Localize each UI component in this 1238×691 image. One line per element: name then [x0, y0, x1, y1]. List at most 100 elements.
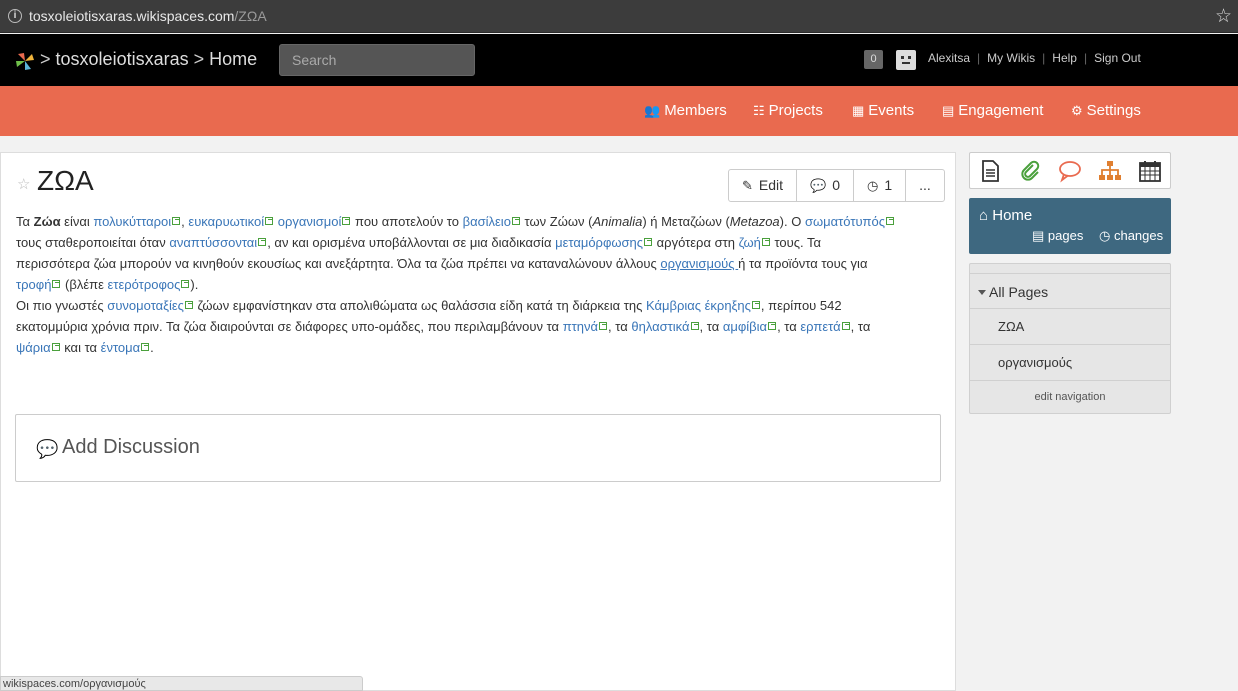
nav-settings[interactable]: ⚙ Settings	[1071, 102, 1141, 119]
external-link-icon	[184, 301, 193, 309]
external-link-icon	[511, 217, 520, 225]
nav-projects-label: Projects	[768, 102, 823, 119]
breadcrumb-separator: >	[40, 49, 51, 69]
nav-engagement[interactable]: ▤ Engagement	[942, 102, 1043, 119]
link-erpeta[interactable]: ερπετά	[800, 319, 840, 334]
pencil-icon: ✎	[742, 178, 753, 193]
all-pages-toggle[interactable]: All Pages	[970, 273, 1170, 309]
pages-link[interactable]: ▤ pages	[1032, 228, 1083, 244]
link-somatotypos[interactable]: σωματότυπός	[805, 214, 885, 229]
link-eykaryotikoi[interactable]: ευκαρυωτικοί	[188, 214, 264, 229]
breadcrumb: > tosxoleiotisxaras > Home	[40, 49, 257, 70]
navigation-panel: All Pages ΖΩΑ οργανισμούς edit navigatio…	[969, 263, 1171, 414]
link-organismoi[interactable]: οργανισμοί	[278, 214, 342, 229]
home-box[interactable]: ⌂ Home ▤ pages ◷ changes	[969, 198, 1171, 254]
info-icon[interactable]: i	[8, 9, 22, 23]
page-title: ΖΩΑ	[37, 165, 94, 196]
calendar-icon[interactable]	[1138, 159, 1162, 183]
external-link-icon	[768, 322, 777, 330]
nav-projects[interactable]: ☷ Projects	[753, 102, 823, 119]
settings-icon: ⚙	[1071, 103, 1083, 118]
external-link-icon	[690, 322, 699, 330]
my-wikis-link[interactable]: My Wikis	[987, 51, 1035, 65]
nav-events[interactable]: ▦ Events	[852, 102, 914, 119]
page-icon[interactable]	[978, 159, 1002, 183]
link-anaptyssontai[interactable]: αναπτύσσονται	[169, 235, 257, 250]
comments-count: 0	[832, 177, 841, 193]
nav-settings-label: Settings	[1086, 102, 1141, 119]
external-link-icon	[265, 217, 274, 225]
url-host: tosxoleiotisxaras.wikispaces.com	[29, 8, 235, 24]
sitemap-icon[interactable]	[1098, 159, 1122, 183]
article-body: Τα Ζώα είναι πολυκύτταροι, ευκαρυωτικοί …	[16, 211, 896, 358]
link-zoi[interactable]: ζωή	[739, 235, 761, 250]
nav-members-label: Members	[664, 102, 727, 119]
members-icon: 👥	[644, 103, 661, 118]
external-link-icon	[599, 322, 608, 330]
external-link-icon	[52, 280, 61, 288]
add-discussion-panel[interactable]: 💬 Add Discussion	[15, 414, 941, 482]
link-psaria[interactable]: ψάρια	[16, 340, 51, 355]
comments-button[interactable]: 💬 0	[797, 170, 855, 201]
nav-members[interactable]: 👥 Members	[644, 102, 727, 119]
speech-bubble-icon[interactable]	[1058, 159, 1082, 183]
page-icon: ▤	[1032, 228, 1048, 243]
username-link[interactable]: Alexitsa	[928, 51, 970, 65]
bookmark-star-icon[interactable]: ☆	[1215, 5, 1232, 28]
all-pages-label: All Pages	[989, 284, 1049, 300]
external-link-icon	[761, 238, 770, 246]
page-actions: ✎ Edit 💬 0 ◷ 1 ...	[728, 169, 945, 202]
external-link-icon	[181, 280, 190, 288]
caret-down-icon	[978, 290, 986, 295]
user-links: Alexitsa | My Wikis | Help | Sign Out	[928, 51, 1141, 65]
avatar[interactable]	[896, 50, 916, 70]
link-synomotaxies[interactable]: συνομοταξίες	[107, 298, 184, 313]
link-ptina[interactable]: πτηνά	[563, 319, 598, 334]
article-text: Τα Ζώα είναι	[16, 214, 94, 229]
link-kamvrias-ekrixis[interactable]: Κάμβριας έκρηξης	[646, 298, 751, 313]
status-bar: wikispaces.com/οργανισμούς	[0, 676, 363, 691]
paperclip-icon[interactable]	[1018, 159, 1042, 183]
link-trofi[interactable]: τροφή	[16, 277, 51, 292]
link-polykyttaroi[interactable]: πολυκύτταροι	[93, 214, 171, 229]
external-link-icon	[172, 217, 181, 225]
link-organismous[interactable]: οργανισμούς	[660, 256, 738, 271]
help-link[interactable]: Help	[1052, 51, 1077, 65]
edit-button[interactable]: ✎ Edit	[729, 170, 798, 201]
link-entoma[interactable]: έντομα	[101, 340, 140, 355]
notification-count-badge[interactable]: 0	[864, 50, 883, 69]
nav-page-link[interactable]: ΖΩΑ	[970, 309, 1170, 345]
changes-link[interactable]: ◷ changes	[1099, 228, 1163, 244]
search-input[interactable]	[279, 44, 475, 76]
address-bar[interactable]: i tosxoleiotisxaras.wikispaces.com/ΖΩΑ ☆	[0, 0, 1238, 33]
pages-label: pages	[1047, 228, 1084, 243]
wiki-name-link[interactable]: tosxoleiotisxaras	[56, 49, 189, 69]
link-vasileio[interactable]: βασίλειο	[463, 214, 511, 229]
add-discussion-label: Add Discussion	[62, 436, 200, 458]
external-link-icon	[258, 238, 267, 246]
external-link-icon	[51, 343, 60, 351]
external-link-icon	[886, 217, 895, 225]
url-path: /ΖΩΑ	[234, 8, 267, 24]
more-button[interactable]: ...	[906, 170, 944, 201]
home-link-sidebar[interactable]: ⌂ Home	[979, 207, 1032, 224]
link-thilastika[interactable]: θηλαστικά	[631, 319, 689, 334]
wiki-header: > tosxoleiotisxaras > Home 0 Alexitsa|My…	[0, 34, 1238, 86]
wikispaces-logo[interactable]	[14, 50, 36, 72]
link-eterotrofos[interactable]: ετερότροφος	[108, 277, 181, 292]
home-link[interactable]: Home	[209, 49, 257, 69]
link-amfivia[interactable]: αμφίβια	[723, 319, 767, 334]
history-button[interactable]: ◷ 1	[854, 170, 907, 201]
external-link-icon	[141, 343, 150, 351]
sign-out-link[interactable]: Sign Out	[1094, 51, 1141, 65]
home-icon: ⌂	[979, 207, 993, 224]
edit-navigation-link[interactable]: edit navigation	[970, 391, 1170, 403]
nav-page-link[interactable]: οργανισμούς	[970, 345, 1170, 381]
favorite-star-icon[interactable]: ☆	[17, 175, 30, 193]
url-text[interactable]: tosxoleiotisxaras.wikispaces.com/ΖΩΑ	[29, 8, 267, 24]
link-metamorfosis[interactable]: μεταμόρφωσης	[555, 235, 643, 250]
page-tools	[969, 152, 1171, 189]
breadcrumb-separator: >	[193, 49, 205, 69]
comment-icon: 💬	[810, 178, 827, 193]
events-icon: ▦	[852, 103, 865, 118]
